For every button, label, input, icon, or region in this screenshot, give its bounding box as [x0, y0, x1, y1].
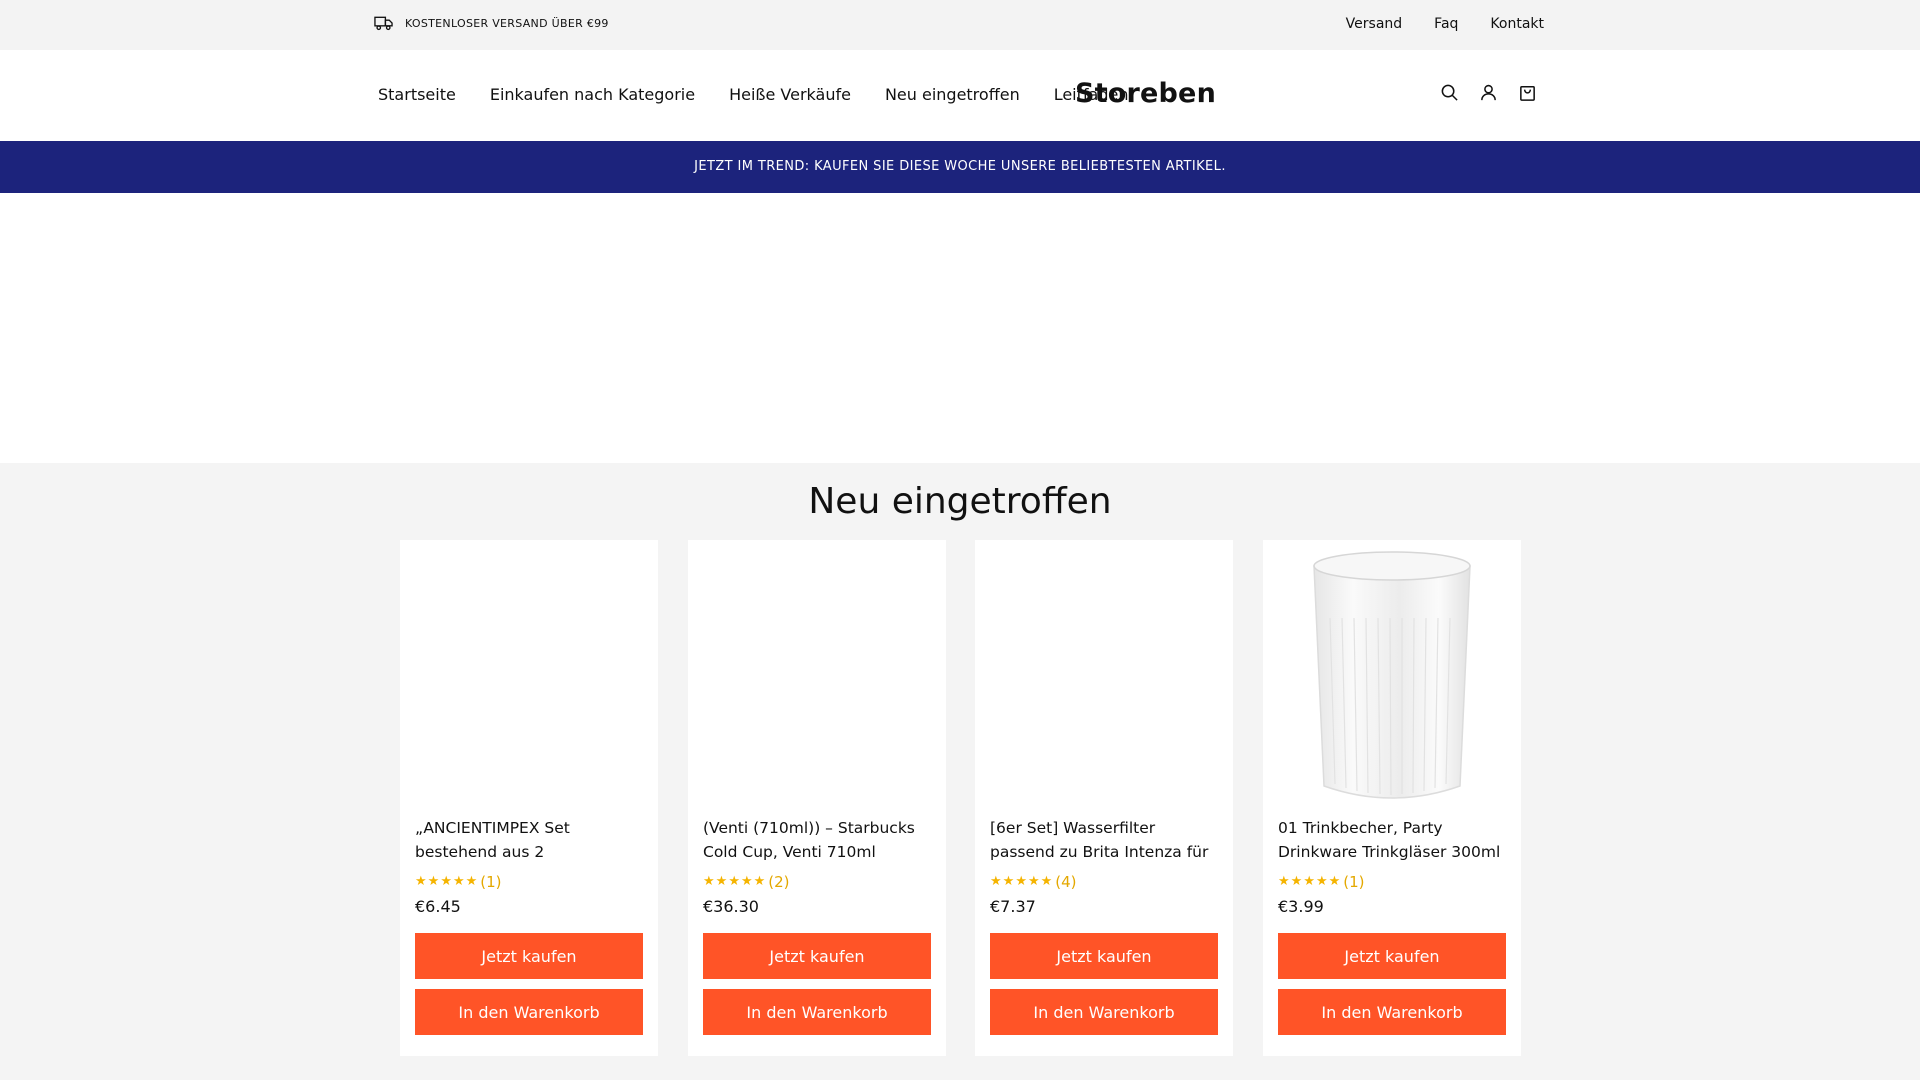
- cart-icon[interactable]: [1518, 83, 1537, 102]
- rating-count: (1): [1343, 873, 1365, 891]
- link-faq[interactable]: Faq: [1434, 16, 1458, 32]
- shipping-text: KOSTENLOSER VERSAND ÜBER €99: [405, 16, 609, 30]
- star-icon: ★: [1015, 874, 1027, 889]
- nav-heisse-verkaeufe[interactable]: Heiße Verkäufe: [729, 85, 851, 104]
- buy-now-button[interactable]: Jetzt kaufen: [703, 933, 931, 979]
- shipping-notice: KOSTENLOSER VERSAND ÜBER €99: [374, 15, 609, 31]
- star-icon: ★: [990, 874, 1002, 889]
- header-icons: [1440, 83, 1537, 102]
- star-icon: ★: [715, 874, 728, 889]
- buy-now-button[interactable]: Jetzt kaufen: [990, 933, 1218, 979]
- rating-count: (2): [768, 873, 790, 891]
- link-kontakt[interactable]: Kontakt: [1490, 16, 1544, 32]
- product-card[interactable]: 01 Trinkbecher, Party Drinkware Trinkglä…: [1263, 540, 1521, 1056]
- product-rating: ★ ★ ★ ★ ★ (4): [990, 873, 1077, 891]
- star-icon: ★: [1027, 874, 1040, 889]
- link-versand[interactable]: Versand: [1346, 16, 1403, 32]
- star-icon: ★: [452, 874, 465, 889]
- trend-banner-text: JETZT IM TREND: KAUFEN SIE DIESE WOCHE U…: [694, 159, 1226, 174]
- star-icon: ★: [753, 874, 766, 889]
- star-icon: ★: [440, 874, 452, 889]
- add-to-cart-button[interactable]: In den Warenkorb: [1278, 989, 1506, 1035]
- add-to-cart-button[interactable]: In den Warenkorb: [990, 989, 1218, 1035]
- star-icon: ★: [465, 874, 478, 889]
- product-price: €6.45: [415, 897, 461, 916]
- buy-now-button[interactable]: Jetzt kaufen: [1278, 933, 1506, 979]
- product-image[interactable]: [415, 540, 643, 808]
- rating-count: (4): [1055, 873, 1077, 891]
- top-bar: KOSTENLOSER VERSAND ÜBER €99 Versand Faq…: [0, 0, 1920, 50]
- buy-now-button[interactable]: Jetzt kaufen: [415, 933, 643, 979]
- hero-area: [0, 193, 1920, 463]
- search-icon[interactable]: [1440, 83, 1459, 102]
- star-icon: ★: [703, 874, 715, 889]
- rating-count: (1): [480, 873, 502, 891]
- product-rating: ★ ★ ★ ★ ★ (1): [415, 873, 502, 891]
- add-to-cart-button[interactable]: In den Warenkorb: [703, 989, 931, 1035]
- product-title[interactable]: (Venti (710ml)) – Starbucks Cold Cup, Ve…: [703, 816, 933, 864]
- star-icon: ★: [1290, 874, 1303, 889]
- product-card[interactable]: [6er Set] Wasserfilter passend zu Brita …: [975, 540, 1233, 1056]
- product-card[interactable]: „ANCIENTIMPEX Set bestehend aus 2 gehämm…: [400, 540, 658, 1056]
- product-image[interactable]: [703, 540, 931, 808]
- store-logo[interactable]: Storeben: [1075, 78, 1216, 109]
- star-icon: ★: [740, 874, 753, 889]
- main-header: Startseite Einkaufen nach Kategorie Heiß…: [0, 50, 1920, 141]
- nav-einkaufen-nach-kategorie[interactable]: Einkaufen nach Kategorie: [490, 85, 695, 104]
- nav-neu-eingetroffen[interactable]: Neu eingetroffen: [885, 85, 1020, 104]
- star-icon: ★: [427, 874, 440, 889]
- product-image[interactable]: [1278, 540, 1506, 808]
- main-nav: Startseite Einkaufen nach Kategorie Heiß…: [378, 85, 1128, 104]
- product-price: €36.30: [703, 897, 759, 916]
- product-price: €3.99: [1278, 897, 1324, 916]
- new-arrivals-section: Neu eingetroffen „ANCIENTIMPEX Set beste…: [0, 463, 1920, 1080]
- star-icon: ★: [1315, 874, 1328, 889]
- drinking-glass-image: [1313, 551, 1471, 799]
- product-title[interactable]: 01 Trinkbecher, Party Drinkware Trinkglä…: [1278, 816, 1508, 864]
- product-rating: ★ ★ ★ ★ ★ (2): [703, 873, 790, 891]
- utility-links: Versand Faq Kontakt: [1346, 16, 1544, 32]
- star-icon: ★: [1278, 874, 1290, 889]
- star-icon: ★: [415, 874, 427, 889]
- product-title[interactable]: [6er Set] Wasserfilter passend zu Brita …: [990, 816, 1220, 864]
- star-icon: ★: [1002, 874, 1015, 889]
- star-icon: ★: [1303, 874, 1315, 889]
- section-title: Neu eingetroffen: [808, 481, 1112, 522]
- truck-icon: [374, 16, 393, 31]
- product-price: €7.37: [990, 897, 1036, 916]
- account-icon[interactable]: [1479, 83, 1498, 102]
- star-icon: ★: [728, 874, 740, 889]
- product-card[interactable]: (Venti (710ml)) – Starbucks Cold Cup, Ve…: [688, 540, 946, 1056]
- nav-startseite[interactable]: Startseite: [378, 85, 456, 104]
- product-title[interactable]: „ANCIENTIMPEX Set bestehend aus 2 gehämm…: [415, 816, 645, 864]
- product-rating: ★ ★ ★ ★ ★ (1): [1278, 873, 1365, 891]
- trend-banner[interactable]: JETZT IM TREND: KAUFEN SIE DIESE WOCHE U…: [0, 141, 1920, 193]
- add-to-cart-button[interactable]: In den Warenkorb: [415, 989, 643, 1035]
- star-icon: ★: [1040, 874, 1053, 889]
- star-icon: ★: [1328, 874, 1341, 889]
- product-image[interactable]: [990, 540, 1218, 808]
